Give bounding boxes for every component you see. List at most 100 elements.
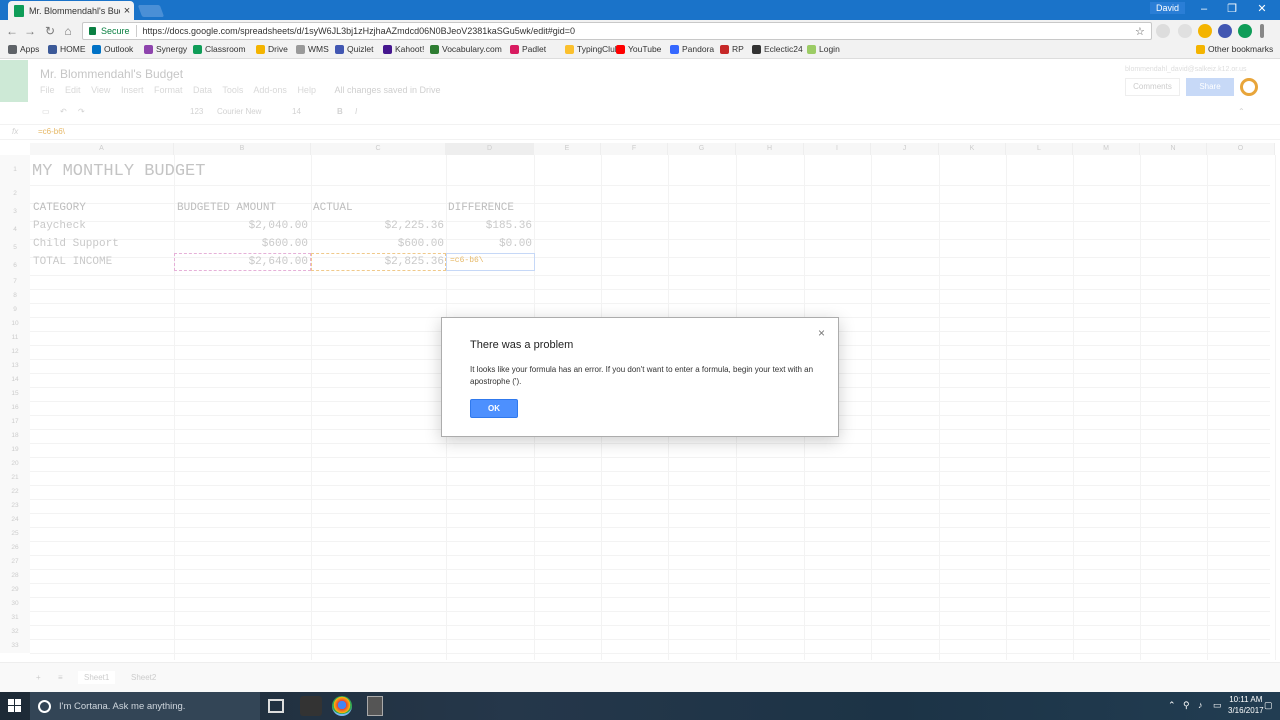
bookmark-item[interactable]: Vocabulary.com: [430, 44, 502, 54]
back-icon[interactable]: ←: [4, 23, 20, 39]
browser-tab[interactable]: Mr. Blommendahl's Budg ×: [8, 1, 134, 20]
reload-icon[interactable]: ↻: [42, 23, 58, 39]
share-button[interactable]: Share: [1186, 78, 1234, 96]
cell-b4[interactable]: $2,040.00: [176, 220, 308, 232]
row-header[interactable]: 1: [0, 155, 30, 185]
row-header[interactable]: 29: [0, 583, 30, 597]
undo-icon[interactable]: ↶: [60, 107, 67, 116]
tab-close-icon[interactable]: ×: [120, 5, 134, 17]
row-header[interactable]: 15: [0, 387, 30, 401]
cell-c6[interactable]: $2,825.36: [312, 256, 444, 268]
column-header[interactable]: C: [311, 143, 446, 155]
cell-c5[interactable]: $600.00: [312, 238, 444, 250]
menu-format[interactable]: Format: [154, 85, 183, 95]
bookmark-item[interactable]: YouTube: [616, 44, 661, 54]
column-header[interactable]: F: [601, 143, 668, 155]
row-header[interactable]: 26: [0, 541, 30, 555]
cell-d5[interactable]: $0.00: [448, 238, 532, 250]
minimize-button[interactable]: –: [1190, 0, 1218, 20]
bookmark-item[interactable]: Login: [807, 44, 840, 54]
k-extension-icon[interactable]: [1218, 24, 1232, 38]
formula-bar[interactable]: fx =c6-b6\: [0, 124, 1280, 140]
row-header[interactable]: 10: [0, 317, 30, 331]
cell-a6[interactable]: TOTAL INCOME: [33, 256, 112, 268]
active-cell-text[interactable]: =c6-b6\: [450, 256, 484, 265]
keyboard-icon[interactable]: ▭: [1213, 700, 1222, 711]
menu-icon[interactable]: [1260, 24, 1264, 38]
cell-a4[interactable]: Paycheck: [33, 220, 86, 232]
row-header[interactable]: 6: [0, 257, 30, 275]
header-budgeted[interactable]: BUDGETED AMOUNT: [177, 202, 276, 214]
column-header[interactable]: E: [534, 143, 601, 155]
add-sheet-button[interactable]: +: [30, 671, 47, 684]
cell-c4[interactable]: $2,225.36: [312, 220, 444, 232]
row-header[interactable]: 7: [0, 275, 30, 289]
bookmark-item[interactable]: Drive: [256, 44, 288, 54]
row-header[interactable]: 8: [0, 289, 30, 303]
extension-icon[interactable]: [1178, 24, 1192, 38]
collapse-icon[interactable]: ⌃: [1238, 107, 1245, 116]
bookmark-item[interactable]: RP: [720, 44, 744, 54]
column-header[interactable]: K: [939, 143, 1006, 155]
row-header[interactable]: 5: [0, 239, 30, 257]
ok-button[interactable]: OK: [470, 399, 518, 418]
menu-help[interactable]: Help: [297, 85, 316, 95]
row-header[interactable]: 12: [0, 345, 30, 359]
clock[interactable]: 10:11 AM 3/16/2017: [1228, 694, 1264, 716]
menu-view[interactable]: View: [91, 85, 110, 95]
row-header[interactable]: 19: [0, 443, 30, 457]
volume-icon[interactable]: ♪: [1198, 700, 1203, 710]
sheet-tab-1[interactable]: Sheet1: [78, 671, 116, 684]
menu-edit[interactable]: Edit: [65, 85, 81, 95]
print-icon[interactable]: ▭: [42, 107, 50, 116]
column-header[interactable]: M: [1073, 143, 1140, 155]
bookmark-item[interactable]: TypingClub: [565, 44, 620, 54]
comments-button[interactable]: Comments: [1125, 78, 1180, 96]
forward-icon[interactable]: →: [22, 23, 38, 39]
calculator-icon[interactable]: [367, 696, 383, 716]
bookmark-item[interactable]: WMS: [296, 44, 329, 54]
row-header[interactable]: 21: [0, 471, 30, 485]
cortana-search[interactable]: I'm Cortana. Ask me anything.: [30, 692, 260, 720]
column-header[interactable]: D: [446, 143, 534, 155]
drive-extension-icon[interactable]: [1198, 24, 1212, 38]
row-header[interactable]: 17: [0, 415, 30, 429]
bookmark-item[interactable]: Pandora: [670, 44, 714, 54]
column-header[interactable]: I: [804, 143, 871, 155]
bookmark-item[interactable]: Classroom: [193, 44, 246, 54]
column-header[interactable]: A: [30, 143, 174, 155]
cell-d4[interactable]: $185.36: [448, 220, 532, 232]
notifications-icon[interactable]: ▢: [1264, 700, 1273, 711]
chrome-icon[interactable]: [332, 696, 352, 716]
row-header[interactable]: 11: [0, 331, 30, 345]
bookmark-item[interactable]: Other bookmarks: [1196, 44, 1273, 54]
row-header[interactable]: 33: [0, 639, 30, 653]
menu-file[interactable]: File: [40, 85, 55, 95]
row-header[interactable]: 2: [0, 185, 30, 203]
row-header[interactable]: 4: [0, 221, 30, 239]
profile-name[interactable]: David: [1150, 2, 1186, 14]
number-format[interactable]: 123: [190, 107, 203, 116]
tray-chevron-icon[interactable]: ⌃: [1168, 700, 1176, 711]
header-difference[interactable]: DIFFERENCE: [448, 202, 514, 214]
bookmark-item[interactable]: Apps: [8, 44, 39, 54]
bold-icon[interactable]: B: [337, 107, 343, 116]
dialog-close-icon[interactable]: ×: [818, 326, 825, 340]
font-size-select[interactable]: 14: [292, 107, 301, 116]
all-sheets-icon[interactable]: ≡: [52, 671, 69, 684]
row-header[interactable]: 32: [0, 625, 30, 639]
header-actual[interactable]: ACTUAL: [313, 202, 353, 214]
bookmark-item[interactable]: Synergy: [144, 44, 187, 54]
network-icon[interactable]: ⚲: [1183, 700, 1190, 711]
document-title[interactable]: Mr. Blommendahl's Budget: [40, 67, 183, 81]
cast-icon[interactable]: [1156, 24, 1170, 38]
row-header[interactable]: 27: [0, 555, 30, 569]
windows-start-icon[interactable]: [8, 699, 22, 713]
row-header[interactable]: 31: [0, 611, 30, 625]
row-header[interactable]: 13: [0, 359, 30, 373]
account-avatar[interactable]: [1240, 78, 1258, 96]
column-header[interactable]: B: [174, 143, 311, 155]
menu-data[interactable]: Data: [193, 85, 212, 95]
url-text[interactable]: https://docs.google.com/spreadsheets/d/1…: [143, 26, 1135, 36]
menu-addons[interactable]: Add-ons: [253, 85, 287, 95]
